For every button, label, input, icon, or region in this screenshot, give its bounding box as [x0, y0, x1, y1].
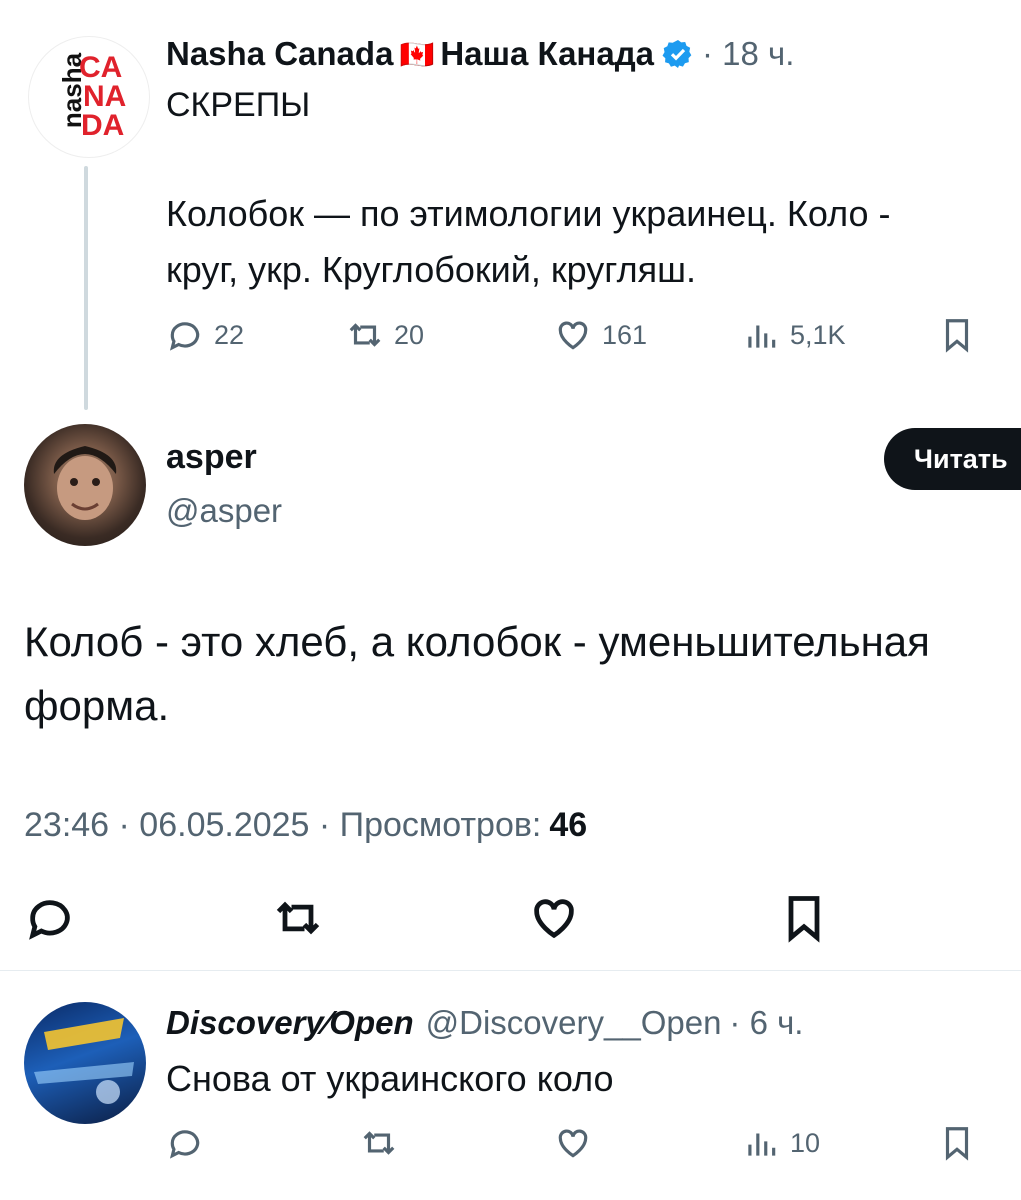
reply-button[interactable] [166, 1124, 204, 1162]
nasha-canada-avatar[interactable]: nasha CA NA DA [28, 36, 150, 158]
tweet1-header: Nasha Canada 🇨🇦 Наша Канада · 18 ч. [166, 32, 794, 76]
avatar-ca: CA [79, 51, 123, 84]
tweet1-line1: СКРЕПЫ [166, 86, 311, 124]
follow-button[interactable]: Читать [884, 428, 1021, 490]
main-like-button[interactable] [528, 892, 580, 949]
reply-count: 22 [214, 319, 245, 350]
like-button[interactable] [554, 1124, 592, 1162]
follow-label: Читать [914, 443, 1008, 474]
bookmark-icon [945, 1127, 969, 1161]
face-illustration [53, 446, 117, 520]
flag-icon: 🇨🇦 [399, 38, 435, 70]
repost-button[interactable]: 20 [346, 316, 424, 354]
views-count: 5,1K [790, 319, 846, 350]
tweet2-body-line2: форма. [24, 682, 170, 729]
reply-icon [169, 322, 200, 351]
asper-avatar[interactable] [24, 424, 146, 546]
space-illustration [34, 1018, 134, 1104]
tweet-time[interactable]: · 6 ч. [729, 1004, 803, 1042]
repost-icon [349, 323, 381, 347]
repost-icon [276, 901, 320, 935]
bookmark-icon [788, 896, 820, 943]
views-button[interactable]: 10 [742, 1124, 820, 1162]
main-repost-button[interactable] [272, 892, 324, 949]
views-icon [748, 325, 776, 348]
author-handle[interactable]: @Discovery__Open [426, 1004, 722, 1042]
avatar-da: DA [81, 109, 125, 142]
reply-button[interactable]: 22 [166, 316, 244, 354]
tweet3-body: Снова от украинского коло [166, 1058, 614, 1099]
section-divider [0, 970, 1021, 971]
main-reply-button[interactable] [24, 892, 76, 949]
like-icon [558, 1129, 588, 1158]
main-bookmark-button[interactable] [778, 892, 830, 949]
thread-connector [84, 166, 88, 410]
author-name[interactable]: Discovery⁄Open [166, 1004, 414, 1042]
tweet2-meta: 23:46 · 06.05.2025 · Просмотров: 46 [24, 806, 587, 845]
tweet-time[interactable]: · 18 ч. [702, 35, 794, 73]
repost-count: 20 [394, 319, 425, 350]
like-count: 161 [602, 319, 648, 350]
like-icon [558, 321, 588, 350]
tweet1-line2: Колобок — по этимологии украинец. Коло - [166, 193, 891, 234]
author-name[interactable]: asper [166, 438, 257, 477]
views-button[interactable]: 5,1K [742, 316, 846, 354]
like-button[interactable]: 161 [554, 316, 647, 354]
tweet2-body-line1: Колоб - это хлеб, а колобок - уменьшител… [24, 618, 930, 665]
reply-icon [169, 1130, 200, 1159]
timestamp-views-label[interactable]: 23:46 · 06.05.2025 · Просмотров: [24, 806, 541, 845]
avatar-na: NA [83, 80, 127, 113]
discovery-open-avatar[interactable] [24, 1002, 146, 1124]
author-handle[interactable]: @asper [166, 492, 282, 530]
tweet3-header: Discovery⁄Open @Discovery__Open · 6 ч. [166, 1004, 803, 1042]
views-value: 46 [549, 806, 588, 844]
bookmark-icon [945, 319, 969, 353]
reply-icon [29, 900, 70, 940]
repost-button[interactable] [360, 1124, 398, 1162]
bookmark-button[interactable] [938, 1124, 976, 1162]
like-icon [534, 899, 574, 939]
author-name-ru[interactable]: Наша Канада [440, 35, 654, 73]
author-name[interactable]: Nasha Canada [166, 35, 393, 73]
bookmark-button[interactable] [938, 316, 976, 354]
views-icon [748, 1133, 776, 1156]
tweet1-line3: круг, укр. Круглобокий, кругляш. [166, 249, 696, 290]
views-count: 10 [790, 1127, 821, 1158]
verified-icon [662, 38, 694, 70]
repost-icon [363, 1131, 395, 1155]
